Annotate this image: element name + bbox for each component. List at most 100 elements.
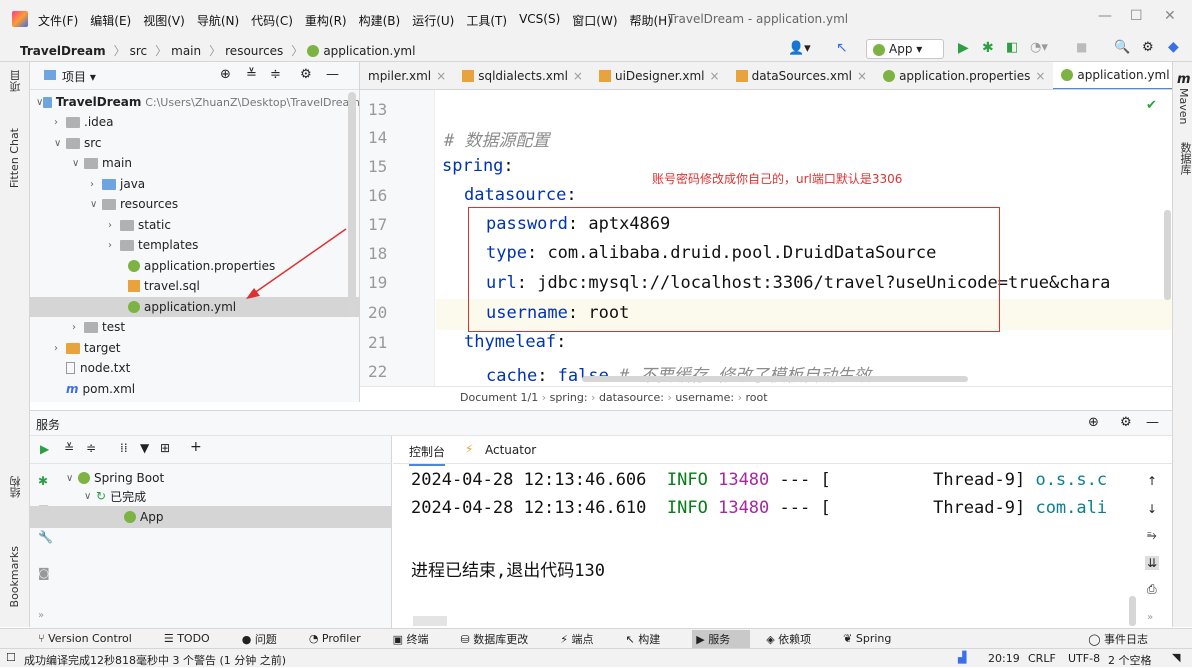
tree-item-java[interactable]: › java <box>30 174 360 194</box>
close-icon[interactable]: × <box>573 69 583 83</box>
tab-compiler-xml[interactable]: mpiler.xml × <box>360 62 454 89</box>
tree-item-test[interactable]: › test <box>30 317 360 337</box>
maven-tool-button[interactable]: Maven <box>1177 88 1190 124</box>
toolwin-problems[interactable]: ● 问题 <box>242 631 293 647</box>
tree-item-resources[interactable]: ∨ resources <box>30 194 360 214</box>
locate-icon[interactable]: ⊕ <box>1088 415 1099 430</box>
toolwin-endpoints[interactable]: ⚡ 端点 <box>560 631 609 647</box>
hide-icon[interactable]: — <box>326 67 339 82</box>
toolwin-profiler[interactable]: ◔ Profiler <box>309 632 377 645</box>
structure-tool-button[interactable]: 结构 <box>8 476 24 498</box>
crumb-spring[interactable]: spring: <box>550 391 588 404</box>
tree-item-src[interactable]: ∨ src <box>30 133 360 153</box>
tab-actuator[interactable]: Actuator <box>485 443 536 457</box>
plugin-icon[interactable]: ◆ <box>1168 39 1179 55</box>
wrench-icon[interactable]: 🔧 <box>38 530 53 544</box>
toolwin-todo[interactable]: ☰ TODO <box>164 632 226 645</box>
tab-console[interactable]: 控制台 <box>409 443 446 466</box>
indent-setting[interactable]: 2 个空格 <box>1108 652 1152 668</box>
console-hscrollbar[interactable] <box>413 616 447 626</box>
menu-code[interactable]: 代码(C) <box>251 12 293 29</box>
editor-hscrollbar[interactable] <box>582 376 968 382</box>
add-icon[interactable]: + <box>190 439 202 455</box>
run-config-select[interactable]: App ▾ <box>866 39 944 59</box>
toolwin-build[interactable]: ↖ 构建 <box>626 631 677 647</box>
minimize-icon[interactable]: — <box>1098 8 1112 24</box>
crumb-main[interactable]: main <box>171 44 201 58</box>
tab-uidesigner-xml[interactable]: uiDesigner.xml × <box>591 62 728 89</box>
menu-tools[interactable]: 工具(T) <box>466 12 507 29</box>
fitten-icon[interactable]: ▟ <box>958 651 966 664</box>
menu-run[interactable]: 运行(U) <box>412 12 454 29</box>
camera-icon[interactable]: ◙ <box>38 566 50 580</box>
menu-refactor[interactable]: 重构(R) <box>305 12 347 29</box>
expand-all-icon[interactable]: ≚ <box>246 67 257 82</box>
toolwin-dependencies[interactable]: ◈ 依赖项 <box>766 631 827 647</box>
toolwin-terminal[interactable]: ▣ 终端 <box>393 631 445 647</box>
project-tool-button[interactable]: 项目 <box>8 70 24 92</box>
console-scrollbar[interactable] <box>1129 596 1136 626</box>
tab-datasources-xml[interactable]: dataSources.xml × <box>728 62 876 89</box>
menu-vcs[interactable]: VCS(S) <box>519 12 560 29</box>
locate-icon[interactable]: ⊕ <box>220 67 231 82</box>
settings-icon[interactable]: ⚙ <box>1142 40 1154 55</box>
menu-file[interactable]: 文件(F) <box>38 12 78 29</box>
tree-item-project-root[interactable]: ∨ TravelDream C:\Users\ZhuanZ\Desktop\Tra… <box>30 92 360 112</box>
tree-item-pom-xml[interactable]: m pom.xml <box>30 379 360 399</box>
close-icon[interactable]: × <box>436 69 446 83</box>
toolwin-spring[interactable]: ❦ Spring <box>843 632 907 645</box>
bookmarks-tool-button[interactable]: Bookmarks <box>8 546 21 607</box>
coverage-icon[interactable]: ◧ <box>1006 40 1018 55</box>
toolwin-event-log[interactable]: ◯ 事件日志 <box>1088 631 1164 647</box>
database-tool-button[interactable]: 数据库 <box>1177 142 1192 175</box>
scroll-down-icon[interactable]: ↓ <box>1147 502 1157 516</box>
back-arrow-icon[interactable]: ↖ <box>836 40 848 56</box>
service-item-app[interactable]: App <box>30 506 392 528</box>
menu-view[interactable]: 视图(V) <box>143 12 185 29</box>
scroll-up-icon[interactable]: ↑ <box>1147 474 1157 488</box>
options-icon[interactable]: ⚙ <box>300 67 312 82</box>
project-view-select[interactable]: 项目 ▾ <box>62 68 96 85</box>
editor-scrollbar[interactable] <box>1164 210 1171 300</box>
service-item-finished[interactable]: ∨ ↻ 已完成 <box>30 486 360 506</box>
menu-help[interactable]: 帮助(H) <box>630 12 672 29</box>
fitten-chat-tool-button[interactable]: Fitten Chat <box>8 128 21 188</box>
tab-sqldialects-xml[interactable]: sqldialects.xml × <box>454 62 591 89</box>
debug-icon[interactable]: ✱ <box>982 40 994 56</box>
close-icon[interactable]: × <box>1035 69 1045 83</box>
scroll-to-end-icon[interactable]: ⇊ <box>1145 556 1160 570</box>
toolwin-db-changes[interactable]: ⛁ 数据库更改 <box>461 631 545 647</box>
line-separator[interactable]: CRLF <box>1028 652 1056 665</box>
collapse-all-icon[interactable]: ≑ <box>86 441 96 455</box>
user-icon[interactable]: 👤▾ <box>788 41 811 56</box>
menu-edit[interactable]: 编辑(E) <box>90 12 131 29</box>
tree-item-idea[interactable]: › .idea <box>30 112 360 132</box>
group-icon[interactable]: ⁞⁞ <box>120 441 128 455</box>
crumb-file[interactable]: application.yml <box>323 44 415 58</box>
file-encoding[interactable]: UTF-8 <box>1068 652 1100 665</box>
tab-application-yml[interactable]: application.yml× <box>1053 62 1172 89</box>
status-message[interactable]: 成功编译完成12秒818毫秒中 3 个警告 (1 分钟 之前) <box>24 652 286 668</box>
menu-build[interactable]: 构建(B) <box>359 12 401 29</box>
settings-icon[interactable]: ⚙ <box>1120 415 1132 430</box>
tree-item-target[interactable]: › target <box>30 338 360 358</box>
toolwin-version-control[interactable]: ⑂ Version Control <box>38 632 148 645</box>
crumb-src[interactable]: src <box>130 44 148 58</box>
run-icon[interactable]: ▶ <box>958 40 969 56</box>
toolwin-services[interactable]: ▶ 服务 <box>692 629 751 648</box>
close-icon[interactable]: × <box>710 69 720 83</box>
crumb-project[interactable]: TravelDream <box>20 44 106 58</box>
menu-navigate[interactable]: 导航(N) <box>197 12 239 29</box>
code-editor[interactable]: 13 14 15 16 17 18 19 20 21 22 # 数据源配置 sp… <box>360 90 1172 386</box>
print-icon[interactable]: ⎙ <box>1147 582 1157 597</box>
new-tab-icon[interactable]: ⊞ <box>160 441 170 455</box>
menu-window[interactable]: 窗口(W) <box>572 12 617 29</box>
service-item-spring-boot[interactable]: ∨ Spring Boot <box>30 468 360 488</box>
collapse-all-icon[interactable]: ≑ <box>270 67 281 82</box>
caret-position[interactable]: 20:19 <box>988 652 1020 665</box>
tree-item-node-txt[interactable]: node.txt <box>30 358 360 378</box>
more-icon[interactable]: » <box>38 610 44 621</box>
close-icon[interactable]: × <box>857 69 867 83</box>
crumb-root[interactable]: root <box>745 391 767 404</box>
maximize-icon[interactable]: ☐ <box>1130 8 1143 24</box>
